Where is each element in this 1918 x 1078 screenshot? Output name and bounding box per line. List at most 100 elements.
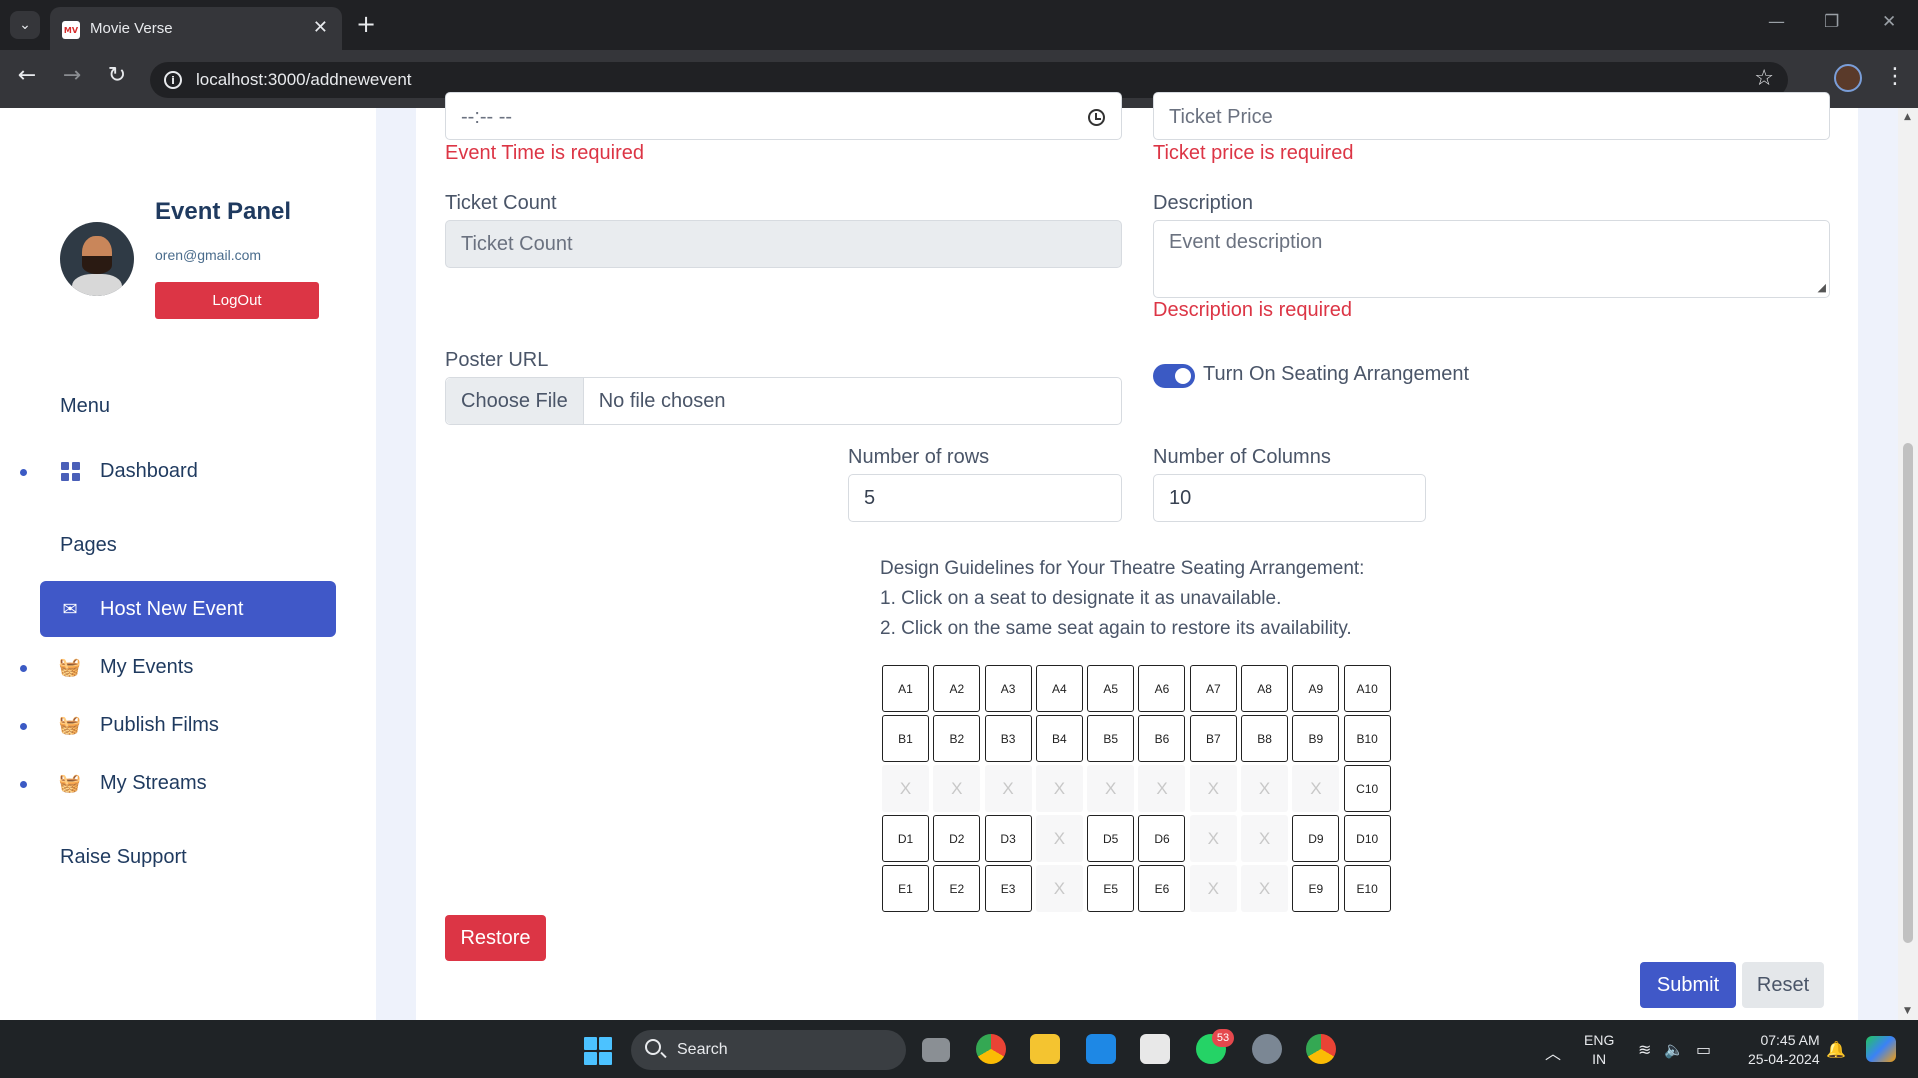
seat[interactable]: A9: [1292, 665, 1340, 712]
windows-start-icon[interactable]: [584, 1037, 612, 1065]
seat[interactable]: B4: [1035, 715, 1083, 762]
seat[interactable]: D10: [1343, 815, 1391, 862]
browser-menu-icon[interactable]: ⋮: [1884, 64, 1906, 89]
seat[interactable]: B8: [1241, 715, 1289, 762]
sidebar-item-raise-support[interactable]: Raise Support: [60, 846, 187, 869]
seat[interactable]: B3: [984, 715, 1032, 762]
tab-search-button[interactable]: ⌄: [10, 11, 40, 39]
seat-unavailable[interactable]: X: [1241, 815, 1289, 862]
seat[interactable]: D9: [1292, 815, 1340, 862]
seat[interactable]: E2: [933, 865, 981, 912]
clock-icon[interactable]: [1088, 109, 1105, 126]
seat[interactable]: A3: [984, 665, 1032, 712]
url-text[interactable]: localhost:3000/addnewevent: [196, 70, 412, 90]
seat[interactable]: A7: [1189, 665, 1237, 712]
back-arrow-icon[interactable]: ←: [12, 63, 42, 88]
seat[interactable]: E10: [1343, 865, 1391, 912]
vscode-app-icon[interactable]: [1086, 1034, 1116, 1064]
choose-file-button[interactable]: Choose File: [446, 378, 584, 424]
restore-window-icon[interactable]: ❐: [1824, 12, 1839, 32]
seat[interactable]: A4: [1035, 665, 1083, 712]
seat[interactable]: E1: [882, 865, 929, 912]
seat[interactable]: D6: [1138, 815, 1186, 862]
seat[interactable]: B2: [933, 715, 981, 762]
seat[interactable]: C10: [1343, 765, 1391, 812]
scroll-down-icon[interactable]: ▼: [1904, 1006, 1911, 1016]
seat[interactable]: B10: [1343, 715, 1391, 762]
battery-icon[interactable]: ▭: [1696, 1040, 1711, 1059]
sidebar-item-my-events[interactable]: 🧺 My Events: [20, 639, 336, 695]
seat-unavailable[interactable]: X: [1035, 865, 1083, 912]
seat[interactable]: E3: [984, 865, 1032, 912]
submit-button[interactable]: Submit: [1640, 962, 1736, 1008]
profile-avatar-icon[interactable]: [1834, 64, 1862, 92]
resize-grip-icon[interactable]: ◢: [1818, 281, 1826, 294]
seat[interactable]: A10: [1343, 665, 1391, 712]
seat-unavailable[interactable]: X: [984, 765, 1032, 812]
seat[interactable]: E5: [1087, 865, 1135, 912]
seat[interactable]: D2: [933, 815, 981, 862]
description-textarea[interactable]: Event description ◢: [1153, 220, 1830, 298]
close-tab-icon[interactable]: ✕: [313, 17, 328, 38]
taskbar-search[interactable]: Search: [631, 1030, 906, 1070]
seat[interactable]: A6: [1138, 665, 1186, 712]
seat[interactable]: A8: [1241, 665, 1289, 712]
seat[interactable]: B9: [1292, 715, 1340, 762]
rows-input[interactable]: 5: [848, 474, 1122, 522]
volume-icon[interactable]: 🔈: [1664, 1040, 1684, 1059]
seat-unavailable[interactable]: X: [933, 765, 981, 812]
seat-unavailable[interactable]: X: [1189, 765, 1237, 812]
snipping-tool-icon[interactable]: [1140, 1034, 1170, 1064]
browser-tab[interactable]: MV Movie Verse ✕: [50, 7, 342, 50]
language-indicator[interactable]: ENG IN: [1584, 1031, 1614, 1069]
bookmark-star-icon[interactable]: ☆: [1754, 66, 1774, 91]
seat-unavailable[interactable]: X: [1189, 865, 1237, 912]
show-hidden-icons-icon[interactable]: ︿: [1545, 1040, 1561, 1064]
logout-button[interactable]: LogOut: [155, 282, 319, 319]
sidebar-item-host-new-event[interactable]: ✉ Host New Event: [40, 581, 336, 637]
task-view-icon[interactable]: [922, 1038, 950, 1062]
settings-app-icon[interactable]: [1252, 1034, 1282, 1064]
poster-file-input[interactable]: Choose File No file chosen: [445, 377, 1122, 425]
seat[interactable]: B6: [1138, 715, 1186, 762]
close-window-icon[interactable]: ✕: [1882, 12, 1896, 32]
seat[interactable]: B7: [1189, 715, 1237, 762]
minimize-icon[interactable]: —: [1768, 12, 1785, 32]
sidebar-item-dashboard[interactable]: Dashboard: [20, 443, 336, 499]
scroll-thumb[interactable]: [1903, 443, 1913, 943]
seat-unavailable[interactable]: X: [1035, 765, 1083, 812]
seat[interactable]: D5: [1087, 815, 1135, 862]
seat[interactable]: D1: [882, 815, 929, 862]
columns-input[interactable]: 10: [1153, 474, 1426, 522]
seat-unavailable[interactable]: X: [1292, 765, 1340, 812]
file-explorer-icon[interactable]: [1030, 1034, 1060, 1064]
ticket-count-input[interactable]: Ticket Count: [445, 220, 1122, 268]
restore-button[interactable]: Restore: [445, 915, 546, 961]
seat[interactable]: E6: [1138, 865, 1186, 912]
chrome-profile-app-icon[interactable]: [1306, 1034, 1336, 1064]
seat-unavailable[interactable]: X: [1189, 815, 1237, 862]
site-info-icon[interactable]: i: [164, 71, 182, 89]
seat[interactable]: D3: [984, 815, 1032, 862]
seat-unavailable[interactable]: X: [1241, 765, 1289, 812]
forward-arrow-icon[interactable]: →: [57, 63, 87, 88]
seat[interactable]: A2: [933, 665, 981, 712]
page-scrollbar[interactable]: ▲ ▼: [1898, 108, 1918, 1020]
seat[interactable]: B5: [1087, 715, 1135, 762]
reload-icon[interactable]: ↻: [102, 63, 132, 88]
seat-unavailable[interactable]: X: [1035, 815, 1083, 862]
seat[interactable]: B1: [882, 715, 929, 762]
seat[interactable]: A1: [882, 665, 929, 712]
seat[interactable]: A5: [1087, 665, 1135, 712]
seating-toggle[interactable]: [1153, 364, 1195, 388]
scroll-up-icon[interactable]: ▲: [1904, 112, 1911, 122]
sidebar-item-my-streams[interactable]: 🧺 My Streams: [20, 755, 336, 811]
seat-unavailable[interactable]: X: [1138, 765, 1186, 812]
seat-unavailable[interactable]: X: [1241, 865, 1289, 912]
new-tab-button[interactable]: +: [356, 11, 376, 37]
wifi-icon[interactable]: ≋: [1638, 1040, 1651, 1059]
seat-unavailable[interactable]: X: [882, 765, 929, 812]
seat[interactable]: E9: [1292, 865, 1340, 912]
sidebar-item-publish-films[interactable]: 🧺 Publish Films: [20, 697, 336, 753]
chrome-app-icon[interactable]: [976, 1034, 1006, 1064]
